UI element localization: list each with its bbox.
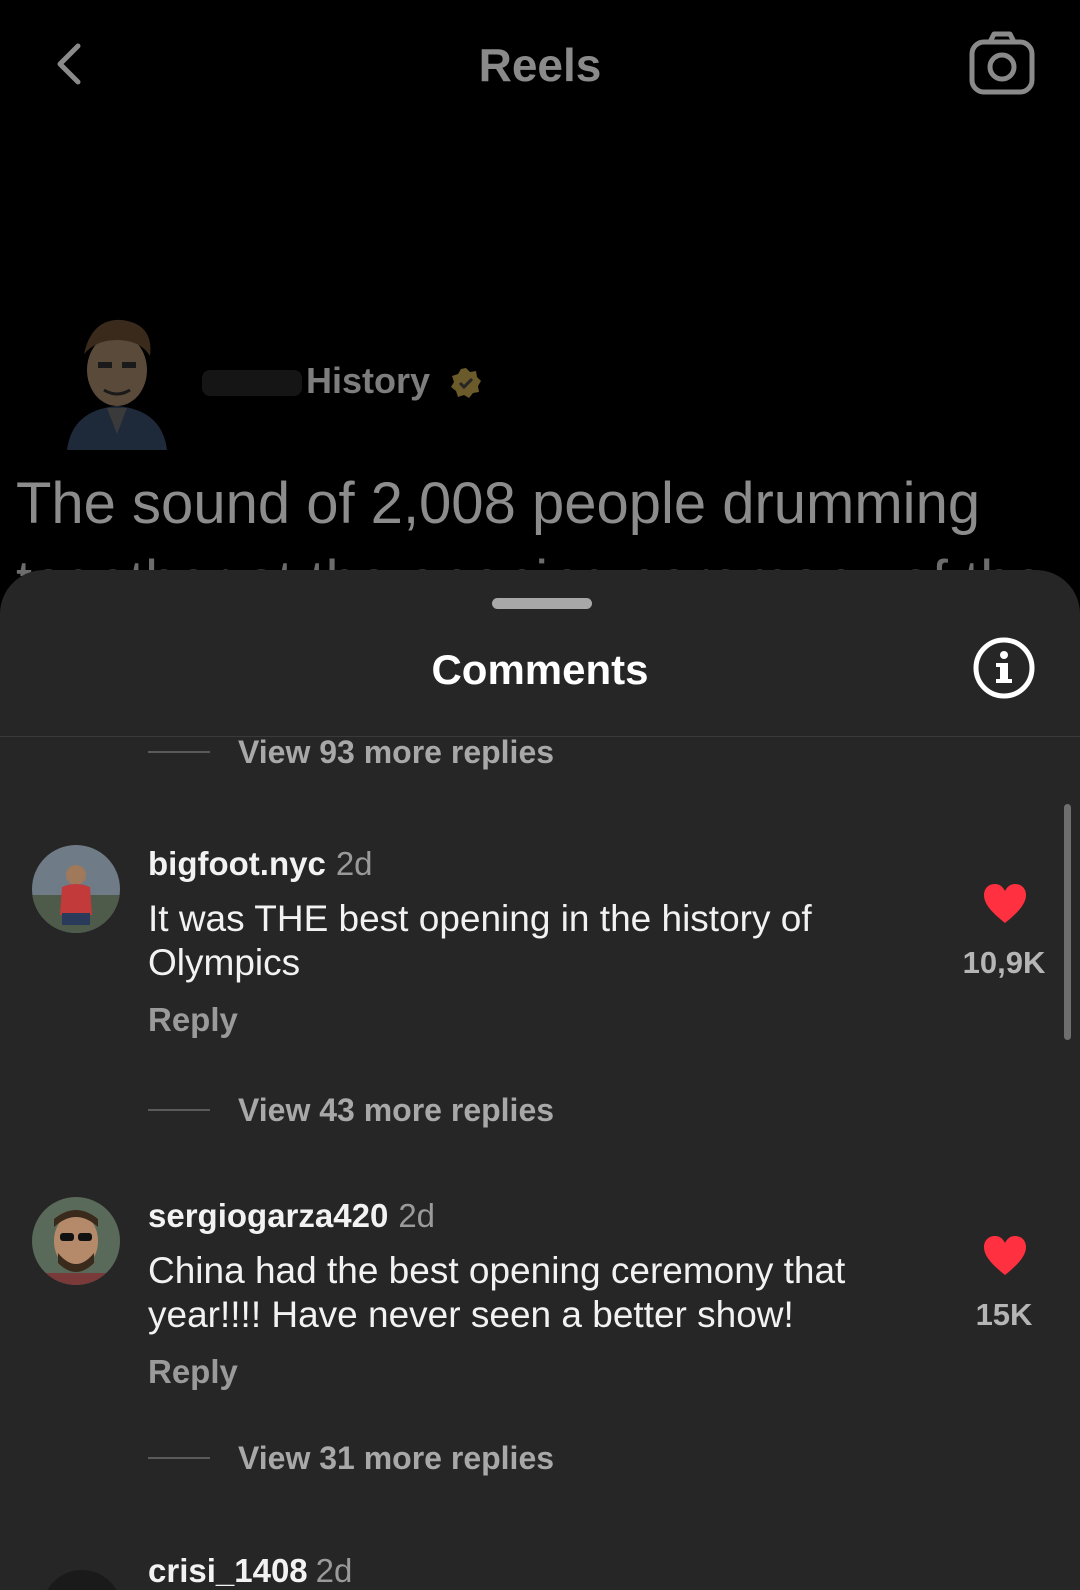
comment-text: China had the best opening ceremony that… bbox=[148, 1250, 846, 1335]
author-name[interactable]: History bbox=[202, 360, 482, 402]
view-replies-button[interactable]: View 43 more replies bbox=[148, 1088, 554, 1132]
user-avatar[interactable] bbox=[32, 1197, 120, 1285]
comment-username[interactable]: bigfoot.nyc bbox=[148, 845, 326, 882]
redacted-name bbox=[202, 370, 302, 397]
info-icon[interactable] bbox=[972, 636, 1036, 700]
comment-header: crisi_1408 2d bbox=[148, 1552, 352, 1590]
reply-button[interactable]: Reply bbox=[148, 1001, 238, 1039]
comment-time: 2d bbox=[315, 1552, 353, 1589]
user-avatar[interactable] bbox=[42, 1570, 122, 1590]
comments-title: Comments bbox=[431, 646, 649, 693]
heart-icon[interactable] bbox=[982, 883, 1028, 925]
like-count: 15K bbox=[975, 1297, 1033, 1332]
reel-caption: The sound of 2,008 people drumming bbox=[16, 471, 981, 536]
view-replies-button[interactable]: View 31 more replies bbox=[148, 1436, 554, 1480]
drag-handle[interactable] bbox=[492, 598, 592, 609]
author-avatar[interactable] bbox=[62, 310, 172, 450]
comment-time: 2d bbox=[398, 1197, 436, 1234]
replies-line bbox=[148, 1457, 210, 1459]
page-title: Reels bbox=[478, 39, 602, 91]
view-replies-button[interactable]: View 93 more replies bbox=[148, 730, 554, 774]
scrollbar[interactable] bbox=[1064, 804, 1071, 1040]
comment-text: It was THE best opening in the history o… bbox=[148, 898, 812, 983]
comment-header: bigfoot.nyc 2d bbox=[148, 845, 373, 883]
comment-header: sergiogarza420 2d bbox=[148, 1197, 435, 1235]
top-bar: Reels bbox=[0, 0, 1080, 130]
comment-username[interactable]: crisi_1408 bbox=[148, 1552, 308, 1589]
comment-time: 2d bbox=[335, 845, 373, 882]
camera-icon[interactable] bbox=[966, 28, 1038, 100]
user-avatar[interactable] bbox=[32, 845, 120, 933]
comment-username[interactable]: sergiogarza420 bbox=[148, 1197, 388, 1234]
replies-line bbox=[148, 1109, 210, 1111]
comments-sheet: Comments View 93 more replies bigfoot.ny… bbox=[0, 570, 1080, 1590]
heart-icon[interactable] bbox=[982, 1235, 1028, 1277]
verified-badge-icon bbox=[451, 368, 482, 399]
replies-line bbox=[148, 751, 210, 753]
like-count: 10,9K bbox=[962, 945, 1046, 980]
reply-button[interactable]: Reply bbox=[148, 1353, 238, 1391]
reel-author[interactable]: History bbox=[62, 310, 762, 450]
